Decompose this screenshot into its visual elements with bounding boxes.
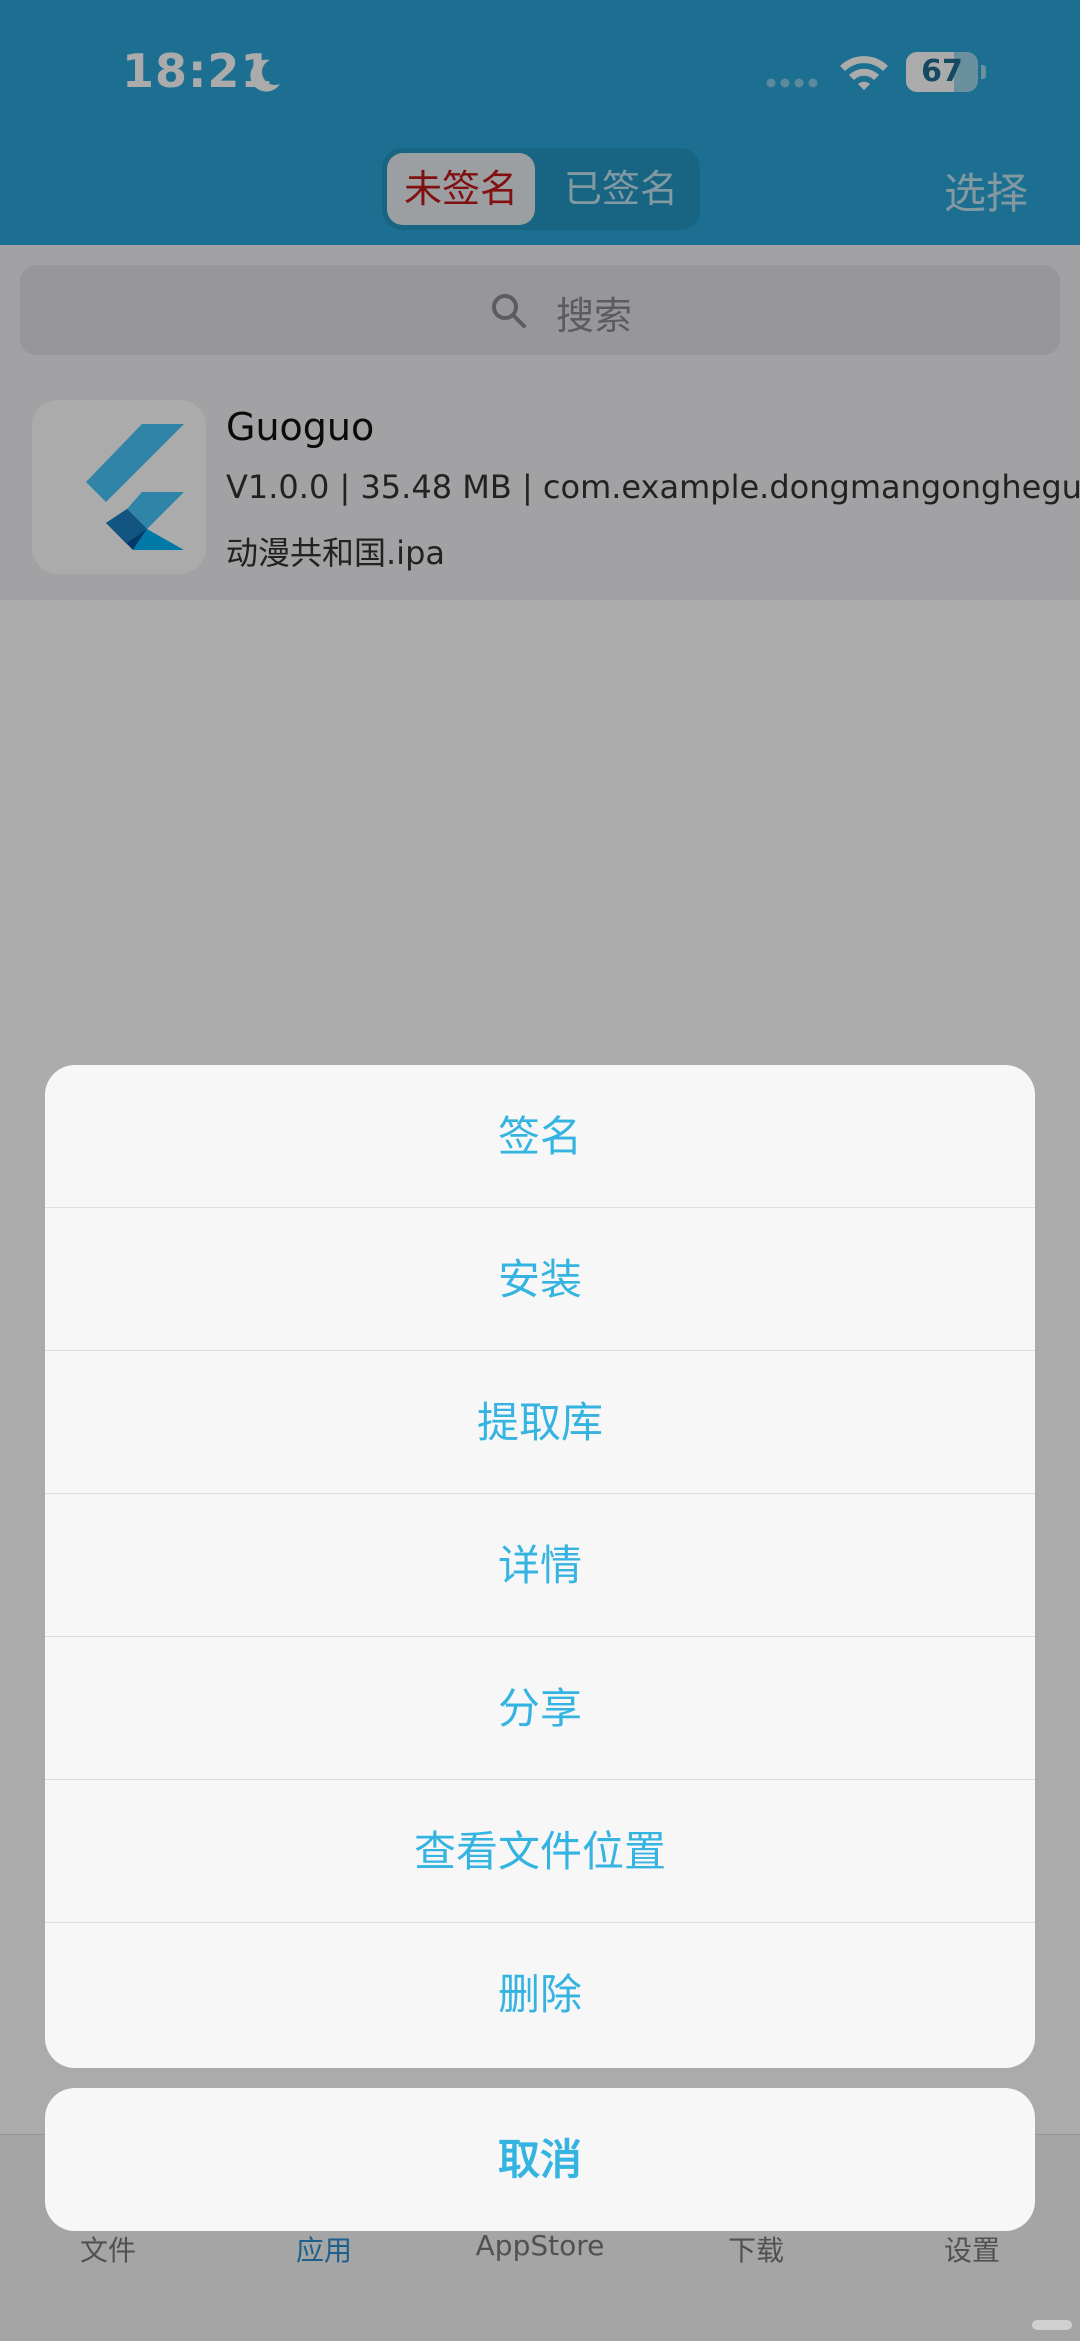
cancel-button[interactable]: 取消 bbox=[45, 2088, 1035, 2231]
action-share[interactable]: 分享 bbox=[45, 1637, 1035, 1780]
app-screen: 18:21 67 未签名 已签名 选择 搜索 Guoguo V1.0.0 | 3… bbox=[0, 0, 1080, 2341]
action-sheet: 签名 安装 提取库 详情 分享 查看文件位置 删除 bbox=[45, 1065, 1035, 2068]
cancel-sheet: 取消 bbox=[45, 2088, 1035, 2231]
action-delete[interactable]: 删除 bbox=[45, 1923, 1035, 2066]
action-show-file-location[interactable]: 查看文件位置 bbox=[45, 1780, 1035, 1923]
action-install[interactable]: 安装 bbox=[45, 1208, 1035, 1351]
home-indicator bbox=[1032, 2320, 1072, 2330]
action-extract-library[interactable]: 提取库 bbox=[45, 1351, 1035, 1494]
action-sign[interactable]: 签名 bbox=[45, 1065, 1035, 1208]
action-details[interactable]: 详情 bbox=[45, 1494, 1035, 1637]
